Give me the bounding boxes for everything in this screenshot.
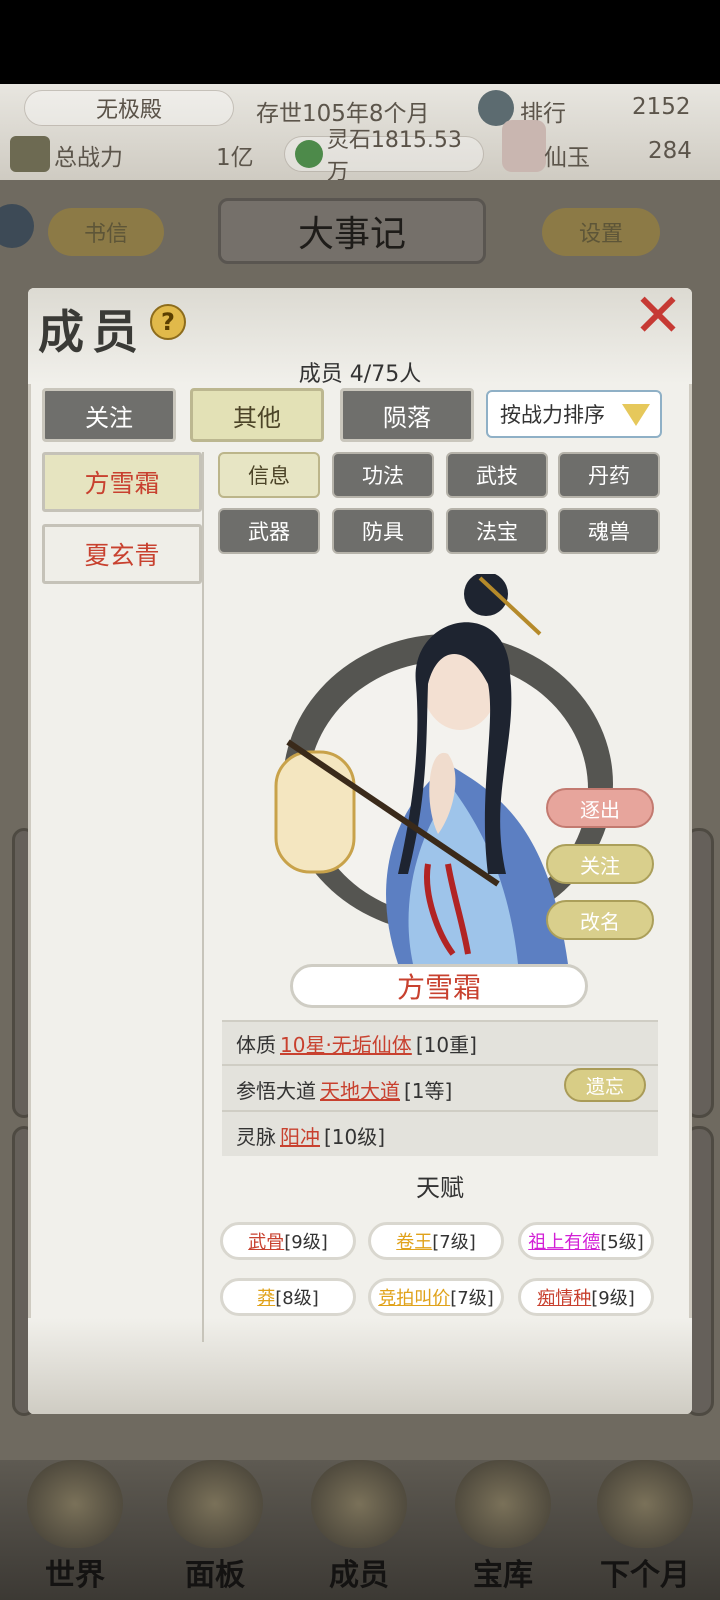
spirit-stone-icon [295, 140, 323, 168]
nav-panel[interactable]: 面板 [150, 1460, 280, 1600]
next-month-icon [597, 1460, 693, 1548]
jade-icon [502, 120, 546, 172]
vein-value[interactable]: 阳冲 [280, 1121, 320, 1150]
nav-world-label: 世界 [45, 1558, 105, 1593]
attr-vein: 灵脉 阳冲 [10级] [236, 1120, 385, 1150]
nav-members-label: 成员 [329, 1558, 389, 1593]
talent-name: 莽 [257, 1288, 276, 1309]
physique-level: [10重] [415, 1032, 477, 1057]
talent-name: 痴情种 [537, 1288, 592, 1309]
talent-level: [7级] [432, 1232, 476, 1253]
talent-level: [8级] [275, 1288, 319, 1309]
character-name-plate: 方雪霜 [290, 964, 588, 1008]
close-icon[interactable]: ✕ [630, 288, 686, 346]
dao-level: [1等] [404, 1078, 453, 1103]
tab-techniques[interactable]: 功法 [332, 452, 434, 498]
physique-value[interactable]: 10星·无垢仙体 [280, 1029, 412, 1058]
vein-level: [10级] [324, 1124, 386, 1149]
bottom-nav: 世界 面板 成员 宝库 下个月 [0, 1460, 720, 1600]
forget-button[interactable]: 遗忘 [564, 1068, 646, 1102]
talent-name: 武骨 [248, 1232, 285, 1253]
talent-level: [5级] [600, 1232, 644, 1253]
tab-info[interactable]: 信息 [218, 452, 320, 498]
sect-name-pill[interactable]: 无极殿 [24, 90, 234, 126]
jade-value: 284 [648, 138, 692, 164]
world-icon [27, 1460, 123, 1548]
talent-title: 天赋 [416, 1174, 464, 1202]
talent-level: [9级] [284, 1232, 328, 1253]
talent-level: [7级] [450, 1288, 494, 1309]
nav-members[interactable]: 成员 [294, 1460, 424, 1600]
expel-button[interactable]: 逐出 [546, 788, 654, 828]
talent-chip[interactable]: 痴情种 [9级] [518, 1278, 654, 1316]
modal-title: 成员 [38, 305, 146, 359]
dao-label: 参悟大道 [236, 1078, 316, 1103]
attr-divider [222, 1064, 658, 1066]
group-tab-follow[interactable]: 关注 [42, 388, 176, 442]
treasury-icon [455, 1460, 551, 1548]
physique-label: 体质 [236, 1032, 276, 1057]
vein-label: 灵脉 [236, 1124, 276, 1149]
sect-name: 无极殿 [95, 98, 162, 123]
nav-next-month[interactable]: 下个月 [580, 1460, 710, 1600]
talent-name: 竞拍叫价 [378, 1288, 451, 1309]
tab-armor[interactable]: 防具 [332, 508, 434, 554]
member-item-1[interactable]: 夏玄青 [42, 524, 202, 584]
settings-button[interactable]: 设置 [542, 208, 660, 256]
power-value: 1亿 [216, 145, 254, 171]
member-count: 成员 4/75人 [298, 362, 422, 387]
tab-martial-skills[interactable]: 武技 [446, 452, 548, 498]
talent-name: 祖上有德 [528, 1232, 601, 1253]
jade-label: 仙玉 [544, 145, 590, 171]
spirit-stone-value: 灵石1815.53万 [326, 128, 462, 185]
nav-treasury-label: 宝库 [473, 1558, 533, 1593]
member-item-0[interactable]: 方雪霜 [42, 452, 202, 512]
tab-soul-beasts[interactable]: 魂兽 [558, 508, 660, 554]
sort-label: 按战力排序 [500, 403, 605, 427]
tab-artifacts[interactable]: 法宝 [446, 508, 548, 554]
group-tab-fallen[interactable]: 陨落 [340, 388, 474, 442]
follow-button[interactable]: 关注 [546, 844, 654, 884]
dao-value[interactable]: 天地大道 [320, 1075, 400, 1104]
talent-chip[interactable]: 莽 [8级] [220, 1278, 356, 1316]
rank-value: 2152 [632, 94, 691, 120]
spirit-stone-pill: 灵石1815.53万 [284, 128, 484, 185]
nav-treasury[interactable]: 宝库 [438, 1460, 568, 1600]
list-divider [202, 452, 204, 1342]
talent-chip[interactable]: 竞拍叫价 [7级] [368, 1278, 504, 1316]
attr-divider [222, 1110, 658, 1112]
talent-name: 卷王 [396, 1232, 433, 1253]
help-icon[interactable]: ? [150, 304, 186, 340]
game-header: 无极殿 存世105年8个月 排行 2152 总战力 1亿 灵石1815.53万 … [0, 84, 720, 185]
chat-icon[interactable] [0, 204, 34, 248]
tab-weapons[interactable]: 武器 [218, 508, 320, 554]
power-label: 总战力 [54, 145, 123, 171]
talent-chip[interactable]: 祖上有德 [5级] [518, 1222, 654, 1260]
rename-button[interactable]: 改名 [546, 900, 654, 940]
power-icon [10, 136, 50, 172]
attr-physique: 体质 10星·无垢仙体 [10重] [236, 1028, 477, 1058]
tab-pills[interactable]: 丹药 [558, 452, 660, 498]
nav-next-month-label: 下个月 [600, 1558, 690, 1593]
nav-world[interactable]: 世界 [10, 1460, 140, 1600]
letters-button[interactable]: 书信 [48, 208, 164, 256]
nav-panel-label: 面板 [185, 1558, 245, 1593]
talent-level: [9级] [591, 1288, 635, 1309]
members-modal: 成员 ? ✕ 成员 4/75人 关注 其他 陨落 按战力排序 方雪霜 夏玄青 信… [28, 288, 692, 1414]
members-icon [311, 1460, 407, 1548]
sort-select[interactable]: 按战力排序 [486, 390, 662, 438]
attr-dao: 参悟大道 天地大道 [1等] [236, 1074, 452, 1104]
group-tab-other[interactable]: 其他 [190, 388, 324, 442]
talent-chip[interactable]: 武骨 [9级] [220, 1222, 356, 1260]
status-bar [0, 0, 720, 84]
chevron-down-icon [622, 404, 650, 426]
events-title[interactable]: 大事记 [218, 198, 486, 264]
talent-chip[interactable]: 卷王 [7级] [368, 1222, 504, 1260]
panel-icon [167, 1460, 263, 1548]
modal-cloud-decoration-bottom [28, 1318, 692, 1414]
